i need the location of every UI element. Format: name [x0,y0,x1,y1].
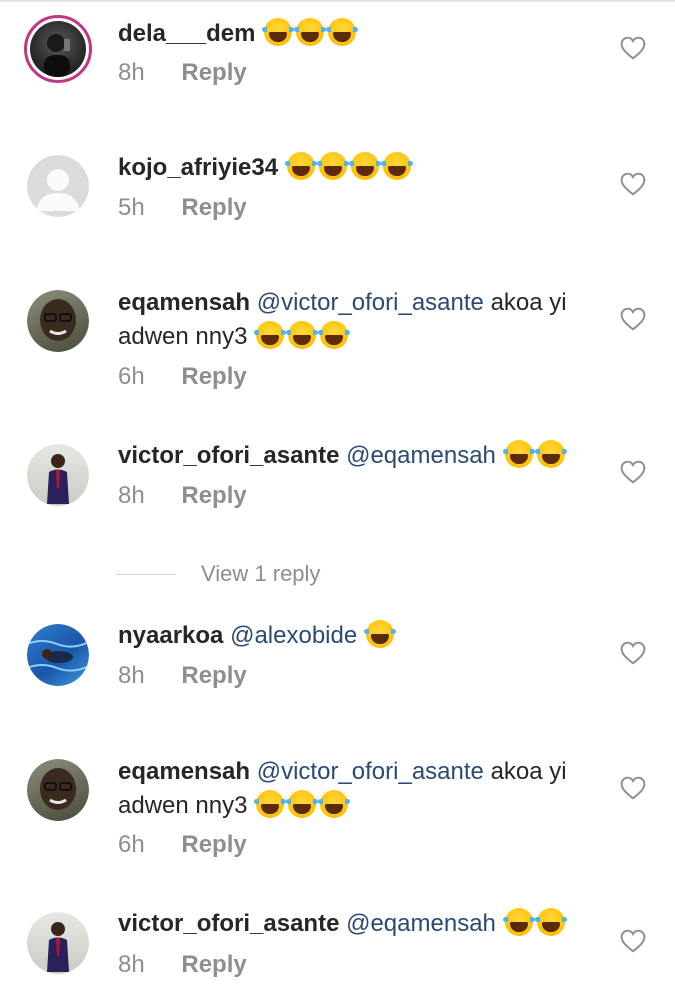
comment-meta: 8h Reply [118,482,247,510]
emoji-icon [284,152,413,181]
timestamp: 6h [118,363,145,390]
emoji-icon [254,790,351,819]
comment-meta: 5h Reply [118,194,247,222]
username[interactable]: dela___dem [118,20,255,47]
emoji-icon [254,321,351,350]
reply-button[interactable]: Reply [181,363,246,390]
comment-body: eqamensah @victor_ofori_asante akoa yi a… [118,755,608,823]
mention-link[interactable]: @victor_ofori_asante [257,289,484,316]
reply-button[interactable]: Reply [181,482,246,509]
timestamp: 6h [118,831,145,858]
avatar[interactable] [27,759,89,821]
username[interactable]: victor_ofori_asante [118,442,339,469]
timestamp: 8h [118,662,145,689]
heart-outline-icon[interactable] [620,929,646,953]
comment-body: nyaarkoa @alexobide [118,619,608,653]
emoji-icon [262,18,359,47]
avatar[interactable] [27,624,89,686]
mention-link[interactable]: @eqamensah [346,442,496,469]
timestamp: 5h [118,194,145,221]
reply-button[interactable]: Reply [181,194,246,221]
avatar[interactable] [27,290,89,352]
man-glasses-avatar [40,768,76,810]
comment-text: adwen nny3 [118,323,248,350]
mention-link[interactable]: @eqamensah [346,910,496,937]
username[interactable]: eqamensah [118,758,250,785]
man-glasses-avatar [40,299,76,341]
mention-link[interactable]: @alexobide [230,622,357,649]
comment-meta: 6h Reply [118,363,247,391]
emoji-icon [502,908,567,937]
comment-meta: 8h Reply [118,662,247,690]
pool-avatar [27,640,89,672]
emoji-icon [502,440,567,469]
comment-body: eqamensah @victor_ofori_asante akoa yi a… [118,286,608,354]
top-divider [0,0,675,2]
username[interactable]: eqamensah [118,289,250,316]
comment-meta: 8h Reply [118,59,247,87]
username[interactable]: nyaarkoa [118,622,223,649]
comment-body: kojo_afriyie34 [118,151,608,185]
avatar[interactable] [27,912,89,974]
username[interactable]: victor_ofori_asante [118,910,339,937]
mention-link[interactable]: @victor_ofori_asante [257,758,484,785]
comment-body: victor_ofori_asante @eqamensah [118,907,608,941]
emoji-icon [363,620,396,649]
reply-button[interactable]: Reply [181,831,246,858]
default-avatar [36,169,80,211]
timestamp: 8h [118,951,145,978]
comment-body: victor_ofori_asante @eqamensah [118,439,608,473]
reply-button[interactable]: Reply [181,662,246,689]
reply-button[interactable]: Reply [181,951,246,978]
comment-meta: 6h Reply [118,831,247,859]
comment-text: akoa yi [490,289,567,316]
timestamp: 8h [118,482,145,509]
avatar[interactable] [27,444,89,506]
dark-selfie-avatar [44,34,70,77]
man-suit-avatar [47,922,69,972]
heart-outline-icon[interactable] [620,460,646,484]
comment-body: dela___dem [118,17,608,51]
man-suit-avatar [47,454,69,504]
timestamp: 8h [118,59,145,86]
view-replies-label: View 1 reply [201,561,321,586]
heart-outline-icon[interactable] [620,641,646,665]
heart-outline-icon[interactable] [620,36,646,60]
heart-outline-icon[interactable] [620,307,646,331]
comment-text: adwen nny3 [118,792,248,819]
avatar[interactable] [27,155,89,217]
reply-button[interactable]: Reply [181,59,246,86]
comment-meta: 8h Reply [118,951,247,979]
username[interactable]: kojo_afriyie34 [118,154,278,181]
heart-outline-icon[interactable] [620,172,646,196]
comment-text: akoa yi [490,758,567,785]
avatar[interactable] [24,15,92,83]
heart-outline-icon[interactable] [620,776,646,800]
replies-divider [116,574,176,575]
